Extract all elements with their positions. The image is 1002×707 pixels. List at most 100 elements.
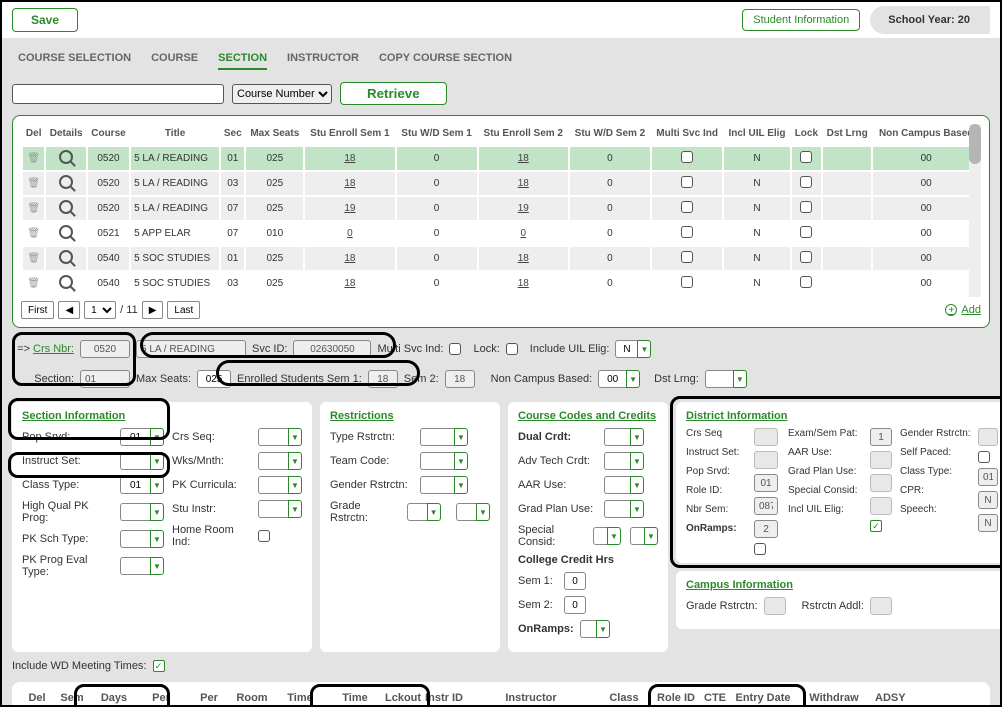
adv-tech-dd[interactable]: ▼: [630, 452, 644, 470]
spec-consid-field[interactable]: [593, 527, 607, 545]
scrollbar-thumb[interactable]: [969, 124, 981, 164]
incl-uil-dropdown[interactable]: ▼: [637, 340, 651, 358]
stui-dd[interactable]: ▼: [288, 500, 302, 518]
pkcur-field[interactable]: [258, 476, 288, 494]
details-icon[interactable]: [59, 225, 73, 239]
tab-copy-course-section[interactable]: COPY COURSE SECTION: [379, 52, 512, 70]
onramps-dd[interactable]: ▼: [596, 620, 610, 638]
pager-page-select[interactable]: 1: [84, 301, 116, 319]
multi-svc-row-checkbox[interactable]: [681, 201, 693, 213]
pager-first-button[interactable]: First: [21, 301, 54, 319]
retrieve-button[interactable]: Retrieve: [340, 82, 447, 105]
wks-dd[interactable]: ▼: [288, 452, 302, 470]
crs-seq-field[interactable]: [258, 428, 288, 446]
lock-row-checkbox[interactable]: [800, 151, 812, 163]
multi-svc-row-checkbox[interactable]: [681, 251, 693, 263]
team-code-field[interactable]: [420, 452, 454, 470]
class-type-dd[interactable]: ▼: [150, 476, 164, 494]
dst-dropdown[interactable]: ▼: [733, 370, 747, 388]
incl-uil-field[interactable]: [615, 340, 637, 358]
grade-rstr-dd[interactable]: ▼: [427, 503, 441, 521]
student-information-button[interactable]: Student Information: [742, 9, 860, 31]
details-icon[interactable]: [59, 175, 73, 189]
search-type-select[interactable]: Course Number: [232, 84, 332, 104]
cc-sem1-field[interactable]: [564, 572, 586, 590]
details-icon[interactable]: [59, 275, 73, 289]
wks-field[interactable]: [258, 452, 288, 470]
spec-consid-dd[interactable]: ▼: [607, 527, 621, 545]
dual-crdt-field[interactable]: [604, 428, 630, 446]
spec-consid2-field[interactable]: [630, 527, 644, 545]
grade-rstr2-field[interactable]: [456, 503, 476, 521]
dst-field[interactable]: [705, 370, 733, 388]
dual-crdt-dd[interactable]: ▼: [630, 428, 644, 446]
lock-row-checkbox[interactable]: [800, 226, 812, 238]
table-row[interactable]: 🗑05205 LA / READING07025190190N00: [23, 197, 979, 220]
tab-course[interactable]: COURSE: [151, 52, 198, 70]
stui-field[interactable]: [258, 500, 288, 518]
hqpk-dd[interactable]: ▼: [150, 503, 164, 521]
hqpk-field[interactable]: [120, 503, 150, 521]
instruct-set-field[interactable]: [120, 452, 150, 470]
gradplan-dd[interactable]: ▼: [630, 500, 644, 518]
trash-icon[interactable]: 🗑: [27, 228, 41, 239]
details-icon[interactable]: [59, 250, 73, 264]
crs-seq-dd[interactable]: ▼: [288, 428, 302, 446]
table-row[interactable]: 🗑05205 LA / READING01025180180N00: [23, 147, 979, 170]
lock-checkbox[interactable]: [506, 343, 518, 355]
ncb-field[interactable]: [598, 370, 626, 388]
tab-instructor[interactable]: INSTRUCTOR: [287, 52, 359, 70]
table-row[interactable]: 🗑05205 LA / READING03025180180N00: [23, 172, 979, 195]
include-wd-checkbox[interactable]: ✓: [153, 660, 165, 672]
gender-rstr-dd[interactable]: ▼: [454, 476, 468, 494]
trash-icon[interactable]: 🗑: [27, 178, 41, 189]
aar-dd[interactable]: ▼: [630, 476, 644, 494]
pager-next-button[interactable]: ▶: [142, 301, 164, 319]
trash-icon[interactable]: 🗑: [27, 153, 41, 164]
instruct-set-dd[interactable]: ▼: [150, 452, 164, 470]
add-section-link[interactable]: +Add: [945, 304, 981, 316]
scrollbar-track[interactable]: [969, 124, 981, 297]
table-row[interactable]: 🗑05215 APP ELAR070100000N00: [23, 222, 979, 245]
table-row[interactable]: 🗑05405 SOC STUDIES01025180180N00: [23, 247, 979, 270]
spec-consid2-dd[interactable]: ▼: [644, 527, 658, 545]
multi-svc-checkbox[interactable]: [449, 343, 461, 355]
trash-icon[interactable]: 🗑: [27, 253, 41, 264]
save-button[interactable]: Save: [12, 8, 78, 32]
gender-rstr-field[interactable]: [420, 476, 454, 494]
multi-svc-row-checkbox[interactable]: [681, 176, 693, 188]
trash-icon[interactable]: 🗑: [27, 278, 41, 289]
details-icon[interactable]: [59, 150, 73, 164]
lock-row-checkbox[interactable]: [800, 176, 812, 188]
max-seats-field[interactable]: [197, 370, 231, 388]
onramps-field[interactable]: [580, 620, 596, 638]
tab-course-selection[interactable]: COURSE SELECTION: [18, 52, 131, 70]
adv-tech-field[interactable]: [604, 452, 630, 470]
multi-svc-row-checkbox[interactable]: [681, 276, 693, 288]
pager-last-button[interactable]: Last: [167, 301, 200, 319]
pager-prev-button[interactable]: ◀: [58, 301, 80, 319]
multi-svc-row-checkbox[interactable]: [681, 226, 693, 238]
class-type-field[interactable]: [120, 476, 150, 494]
table-row[interactable]: 🗑05405 SOC STUDIES03025180180N00: [23, 272, 979, 295]
lock-row-checkbox[interactable]: [800, 251, 812, 263]
search-input[interactable]: [12, 84, 224, 104]
ncb-dropdown[interactable]: ▼: [626, 370, 640, 388]
cc-sem2-field[interactable]: [564, 596, 586, 614]
pkcur-dd[interactable]: ▼: [288, 476, 302, 494]
pksch-dd[interactable]: ▼: [150, 530, 164, 548]
type-rstr-field[interactable]: [420, 428, 454, 446]
pkprog-dd[interactable]: ▼: [150, 557, 164, 575]
trash-icon[interactable]: 🗑: [27, 203, 41, 214]
pop-srvd-field[interactable]: [120, 428, 150, 446]
pop-srvd-dd[interactable]: ▼: [150, 428, 164, 446]
multi-svc-row-checkbox[interactable]: [681, 151, 693, 163]
lock-row-checkbox[interactable]: [800, 201, 812, 213]
pkprog-field[interactable]: [120, 557, 150, 575]
team-code-dd[interactable]: ▼: [454, 452, 468, 470]
tab-section[interactable]: SECTION: [218, 52, 267, 70]
homeroom-checkbox[interactable]: [258, 530, 270, 542]
aar-field[interactable]: [604, 476, 630, 494]
type-rstr-dd[interactable]: ▼: [454, 428, 468, 446]
details-icon[interactable]: [59, 200, 73, 214]
